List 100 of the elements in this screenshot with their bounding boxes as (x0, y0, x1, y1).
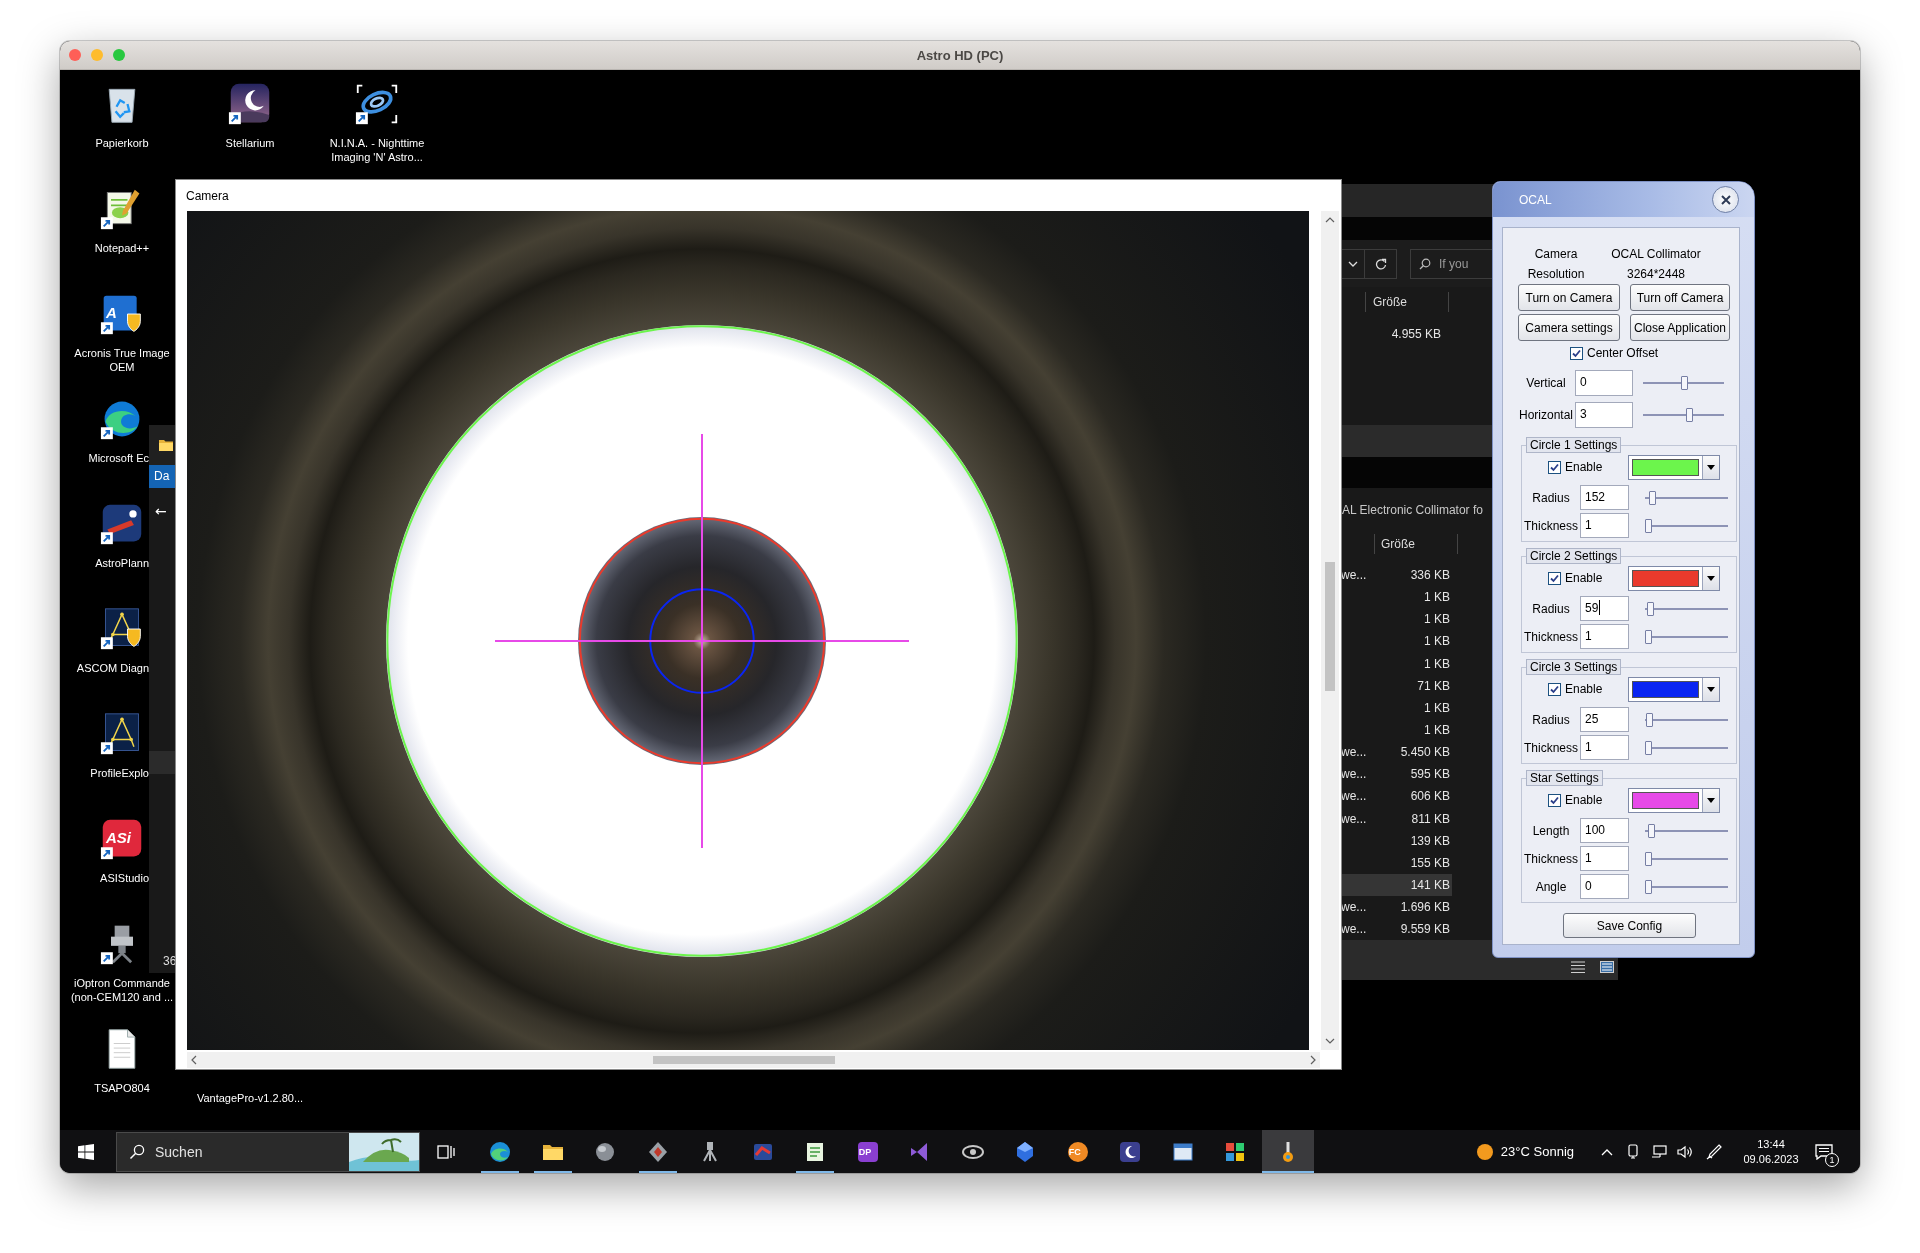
color-dropdown[interactable] (1628, 787, 1720, 813)
number-field[interactable]: 1 (1580, 735, 1629, 760)
save-button[interactable]: Save Config (1563, 913, 1696, 938)
address-text[interactable]: AL Electronic Collimator fo (1341, 502, 1483, 517)
info-label: Camera (1533, 246, 1579, 263)
taskbar-app-button[interactable]: DP (841, 1130, 894, 1173)
command-button[interactable]: Close Application (1630, 314, 1730, 341)
color-dropdown[interactable] (1628, 565, 1720, 591)
file-row[interactable]: we... 9.559 KB (1341, 918, 1452, 940)
shortcut-label[interactable]: ASCOM Diagn (68, 661, 149, 675)
tab[interactable]: Da (149, 465, 176, 488)
scrollbar-thumb[interactable] (653, 1056, 835, 1064)
chevron-down-icon[interactable] (1325, 1038, 1335, 1044)
shortcut-label[interactable]: TSAPO804 (68, 1081, 176, 1095)
number-field[interactable]: 59 (1580, 596, 1629, 621)
file-row[interactable]: 1 KB (1341, 608, 1452, 631)
column-header[interactable]: Größe (1365, 292, 1449, 312)
weather-widget[interactable]: 23°C Sonnig (1476, 1130, 1574, 1173)
checkbox-label[interactable]: Enable (1565, 571, 1603, 585)
checkbox[interactable] (1548, 793, 1561, 807)
galaxy-icon[interactable] (355, 82, 399, 126)
chevron-right-icon[interactable] (1310, 1055, 1316, 1065)
checkbox-label[interactable]: Center Offset (1587, 346, 1659, 360)
search-field[interactable]: Suchen (116, 1131, 420, 1172)
shortcut-label[interactable]: Acronis True Image OEM (68, 346, 176, 374)
number-field[interactable]: 0 (1575, 370, 1633, 396)
shortcut-label[interactable]: N.I.N.A. - Nighttime Imaging 'N' Astro... (315, 136, 439, 164)
clock-button[interactable]: 13:44 09.06.2023 (1736, 1130, 1806, 1173)
number-field[interactable]: 1 (1580, 513, 1629, 538)
slider-thumb[interactable] (1685, 408, 1693, 422)
file-row[interactable]: we... 336 KB (1341, 564, 1452, 587)
file-row[interactable]: 1 KB (1341, 586, 1452, 609)
moon-tile-icon[interactable] (228, 82, 272, 126)
checkbox[interactable] (1548, 460, 1561, 474)
slider-thumb[interactable] (1681, 376, 1689, 390)
file-row[interactable]: 1 KB (1341, 719, 1452, 742)
shortcut-label[interactable]: VantagePro-v1.2.80... (188, 1091, 312, 1105)
shortcut-label[interactable]: Stellarium (188, 136, 312, 150)
telescope-tile-icon[interactable] (100, 502, 144, 546)
shortcut-label[interactable]: iOptron Commande (non-CEM120 and ... (68, 976, 176, 1004)
slider-thumb[interactable] (1645, 740, 1652, 755)
number-field[interactable]: 1 (1580, 846, 1629, 871)
checkbox-label[interactable]: Enable (1565, 682, 1603, 696)
shortcut-label[interactable]: ASIStudio (68, 871, 149, 885)
notification-button[interactable]: 1 (1806, 1130, 1842, 1173)
file-row[interactable]: 71 KB (1341, 674, 1452, 697)
slider-thumb[interactable] (1645, 629, 1652, 644)
constellation-tile-icon[interactable] (100, 607, 144, 651)
checkbox[interactable] (1570, 346, 1583, 360)
chevron-up-icon[interactable] (1325, 217, 1335, 223)
color-dropdown[interactable] (1628, 676, 1720, 702)
details-view-icon[interactable] (1571, 961, 1585, 973)
horizontal-scrollbar[interactable] (187, 1052, 1320, 1068)
number-field[interactable]: 25 (1580, 707, 1629, 732)
command-button[interactable]: Turn off Camera (1630, 284, 1730, 311)
slider-thumb[interactable] (1645, 879, 1652, 894)
checkbox-label[interactable]: Enable (1565, 793, 1603, 807)
shortcut-label[interactable]: Notepad++ (68, 241, 176, 255)
chevron-left-icon[interactable] (191, 1055, 197, 1065)
shortcut-label[interactable]: ProfileExplo (68, 766, 149, 780)
slider-thumb[interactable] (1645, 712, 1653, 727)
shortcut-label[interactable]: Papierkorb (68, 136, 176, 150)
file-row[interactable]: 1 KB (1341, 652, 1452, 675)
file-row[interactable]: 1 KB (1341, 696, 1452, 719)
slider-thumb[interactable] (1645, 851, 1652, 866)
command-button[interactable]: Turn on Camera (1518, 284, 1620, 311)
file-row[interactable]: 155 KB (1341, 851, 1452, 874)
number-field[interactable]: 1 (1580, 624, 1629, 649)
file-row[interactable]: we... 5.450 KB (1341, 741, 1452, 764)
file-row[interactable]: 141 KB (1341, 873, 1452, 897)
file-row[interactable]: we... 606 KB (1341, 785, 1452, 808)
scrollbar-thumb[interactable] (1325, 562, 1335, 691)
file-row[interactable]: we... 595 KB (1341, 763, 1452, 786)
close-button[interactable] (1712, 186, 1739, 213)
slider-thumb[interactable] (1648, 823, 1656, 838)
vertical-scrollbar[interactable] (1321, 211, 1339, 1050)
slider-thumb[interactable] (1645, 518, 1652, 533)
column-header[interactable]: Größe (1374, 534, 1458, 554)
number-field[interactable]: 100 (1580, 818, 1629, 843)
tiles-view-icon[interactable] (1600, 961, 1614, 973)
number-field[interactable]: 152 (1580, 485, 1629, 510)
back-button[interactable]: ← (155, 500, 173, 522)
slider-thumb[interactable] (1648, 490, 1656, 505)
command-button[interactable]: Camera settings (1518, 314, 1620, 341)
checkbox[interactable] (1548, 682, 1561, 696)
file-row[interactable]: 1 KB (1341, 630, 1452, 653)
number-field[interactable]: 3 (1575, 402, 1633, 428)
app-tile-icon[interactable] (100, 817, 144, 861)
shortcut-label[interactable]: Microsoft Ec (68, 451, 149, 465)
number-field[interactable]: 0 (1580, 874, 1629, 899)
color-dropdown[interactable] (1628, 454, 1720, 480)
file-row[interactable]: we... 1.696 KB (1341, 896, 1452, 919)
refresh-button[interactable] (1365, 248, 1397, 279)
shortcut-label[interactable]: AstroPlann (68, 556, 149, 570)
dropdown-button[interactable] (1341, 248, 1365, 279)
slider-thumb[interactable] (1647, 601, 1655, 616)
file-row[interactable]: 139 KB (1341, 829, 1452, 852)
checkbox-label[interactable]: Enable (1565, 460, 1603, 474)
file-row[interactable]: we... 811 KB (1341, 807, 1452, 830)
checkbox[interactable] (1548, 571, 1561, 585)
